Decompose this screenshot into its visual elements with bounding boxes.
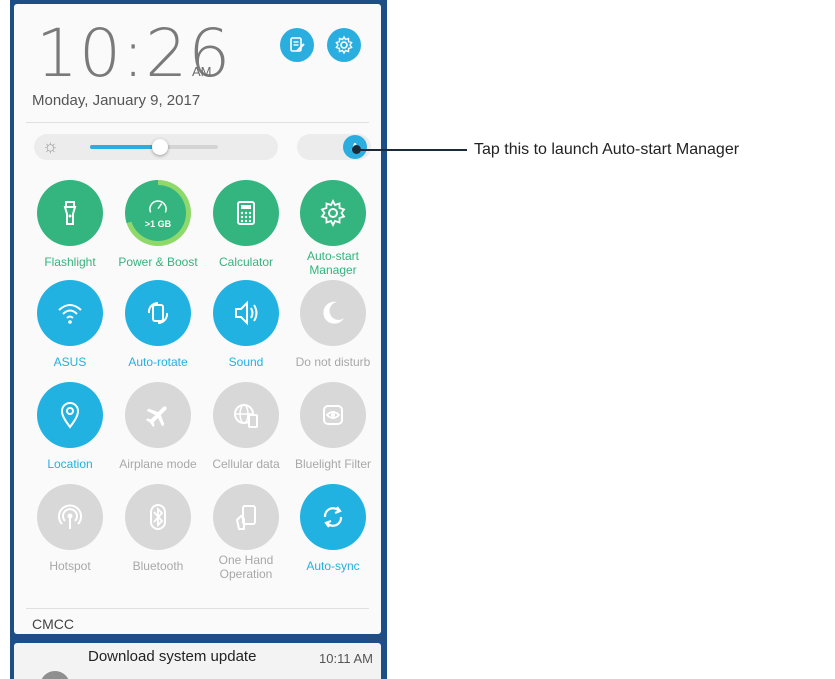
wifi-toggle[interactable] (37, 280, 103, 346)
settings-button[interactable] (327, 28, 361, 62)
tile-label: Power & Boost (118, 255, 198, 269)
bluetooth-toggle[interactable] (125, 484, 191, 550)
tile-sound[interactable]: Sound (202, 280, 290, 369)
carrier-label: CMCC (32, 616, 74, 632)
moon-toggle[interactable] (300, 280, 366, 346)
clock-ampm: AM (192, 64, 212, 79)
download-icon (40, 671, 70, 679)
tile-calculator[interactable]: Calculator (202, 180, 290, 269)
globe-toggle[interactable] (213, 382, 279, 448)
slider-thumb[interactable] (152, 139, 169, 155)
phone-screen: 10:26 AM Monday, January 9, 2017 ☼ Flash… (10, 0, 387, 679)
tile-label: Airplane mode (119, 457, 197, 471)
tile-label: Location (47, 457, 93, 471)
tile-power-boost[interactable]: >1 GB Power & Boost (114, 180, 202, 269)
flashlight-icon (63, 201, 77, 225)
location-toggle[interactable] (37, 382, 103, 448)
tile-label: Hotspot (49, 559, 91, 573)
tile-flashlight[interactable]: Flashlight (26, 180, 114, 269)
one-hand-toggle[interactable] (213, 484, 279, 550)
sound-toggle[interactable] (213, 280, 279, 346)
boost-toggle[interactable]: >1 GB (125, 180, 191, 246)
tile-location[interactable]: Location (26, 382, 114, 471)
clock-time: 10:26 (36, 15, 232, 92)
callout-line (357, 149, 467, 151)
slider-fill (90, 145, 161, 149)
tile-do-not-disturb[interactable]: Do not disturb (289, 280, 377, 369)
notification-time: 10:11 AM (319, 651, 373, 666)
one-hand-icon (235, 505, 256, 530)
calculator-toggle[interactable] (213, 180, 279, 246)
tile-auto-start-manager[interactable]: Auto-start Manager (289, 180, 377, 277)
clock-date: Monday, January 9, 2017 (32, 92, 201, 109)
edit-button[interactable] (280, 28, 314, 62)
notification-item[interactable]: Download system update 10:11 AM (14, 643, 381, 679)
hotspot-toggle[interactable] (37, 484, 103, 550)
gear-icon (335, 35, 353, 55)
hotspot-icon (58, 504, 82, 529)
tile-label: Auto-start Manager (306, 249, 360, 277)
tile-airplane-mode[interactable]: Airplane mode (114, 382, 202, 471)
tile-label: Bluetooth (132, 559, 184, 573)
calculator-icon (237, 201, 255, 225)
tile-label: Cellular data (212, 457, 280, 471)
tile-label: Sound (228, 355, 264, 369)
tile-hotspot[interactable]: Hotspot (26, 484, 114, 573)
rotate-icon (147, 301, 169, 325)
tile-label: Auto-sync (306, 559, 360, 573)
tile-auto-rotate[interactable]: Auto-rotate (114, 280, 202, 369)
tile-bluetooth[interactable]: Bluetooth (114, 484, 202, 573)
gear-toggle[interactable] (300, 180, 366, 246)
sync-icon (323, 506, 343, 528)
tile-label: Auto-rotate (128, 355, 188, 369)
location-icon (60, 402, 80, 429)
rotate-toggle[interactable] (125, 280, 191, 346)
callout-text: Tap this to launch Auto-start Manager (474, 141, 740, 158)
carrier-divider (26, 608, 369, 609)
slider-track[interactable] (90, 139, 218, 155)
tile-cellular-data[interactable]: Cellular data (202, 382, 290, 471)
sound-icon (235, 300, 258, 326)
eye-toggle[interactable] (300, 382, 366, 448)
tile-auto-sync[interactable]: Auto-sync (289, 484, 377, 573)
header-divider (26, 122, 369, 123)
notification-title: Download system update (88, 648, 257, 665)
sync-toggle[interactable] (300, 484, 366, 550)
airplane-toggle[interactable] (125, 382, 191, 448)
tile-one-hand-operation[interactable]: One Hand Operation (202, 484, 290, 581)
flashlight-toggle[interactable] (37, 180, 103, 246)
tile-label: ASUS (53, 355, 87, 369)
tile-label: Do not disturb (295, 355, 371, 369)
airplane-icon (145, 406, 167, 428)
tile-label: Calculator (218, 255, 274, 269)
boost-icon (149, 200, 167, 213)
brightness-icon: ☼ (42, 136, 59, 156)
tile-label: Flashlight (44, 255, 96, 269)
wifi-icon (58, 304, 82, 324)
brightness-slider[interactable]: ☼ (34, 134, 278, 160)
tile-bluelight-filter[interactable]: Bluelight Filter (289, 382, 377, 471)
boost-inner: >1 GB (130, 185, 186, 241)
globe-icon (234, 404, 258, 428)
boost-value: >1 GB (144, 219, 172, 229)
eye-icon (323, 405, 343, 425)
tile-label: One Hand Operation (218, 553, 274, 581)
tile-asus[interactable]: ASUS (26, 280, 114, 369)
gear-icon (320, 198, 346, 228)
quick-settings-panel: 10:26 AM Monday, January 9, 2017 ☼ Flash… (14, 4, 381, 634)
tile-label: Bluelight Filter (294, 457, 372, 471)
bluetooth-icon (150, 504, 166, 530)
edit-icon (290, 37, 305, 52)
moon-icon (323, 301, 344, 324)
